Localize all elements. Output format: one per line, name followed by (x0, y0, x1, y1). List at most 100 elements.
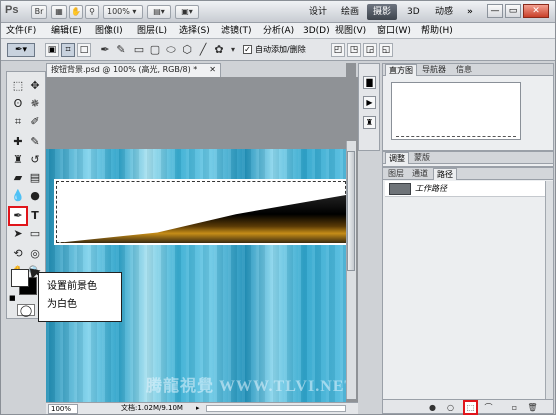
document-canvas-area[interactable]: 腾龍視覺 WWW.TLVI.NET (46, 77, 358, 402)
type-tool-icon[interactable]: T (27, 208, 43, 224)
pen-tool-icon[interactable]: ✒ (8, 206, 28, 226)
brush-tool-icon[interactable]: ✎ (27, 134, 43, 150)
tab-info[interactable]: 信息 (453, 64, 475, 76)
rectangle-shape-icon[interactable]: ▭ (133, 44, 145, 56)
ellipse-shape-icon[interactable]: ⬭ (165, 44, 177, 56)
arrange-docs-icon[interactable]: ▤▾ (147, 5, 171, 19)
move-tool-icon[interactable]: ✥ (27, 78, 43, 94)
line-shape-icon[interactable]: ╱ (197, 44, 209, 56)
tool-preset-picker[interactable]: ✒▾ (7, 43, 35, 57)
path-selection-tool-icon[interactable]: ➤ (10, 226, 26, 242)
polygon-shape-icon[interactable]: ⬡ (181, 44, 193, 56)
marquee-tool-icon[interactable]: ⬚ (10, 78, 26, 94)
workspace-painting[interactable]: 绘画 (335, 4, 365, 20)
healing-brush-tool-icon[interactable]: ✚ (10, 134, 26, 150)
gradient-tool-icon[interactable]: ▤ (27, 170, 43, 186)
menu-layer[interactable]: 图层(L) (137, 25, 167, 37)
history-brush-tool-icon[interactable]: ↺ (27, 152, 43, 168)
paths-panel-tabs: 图层 通道 路径 (383, 168, 553, 180)
histogram-panel-icon[interactable]: ▇ (363, 76, 376, 89)
menu-3d[interactable]: 3D(D) (303, 25, 330, 37)
menu-view[interactable]: 视图(V) (335, 25, 366, 37)
screen-mode-icon[interactable]: ▣▾ (175, 5, 199, 19)
new-path-icon[interactable]: ▫ (509, 402, 520, 413)
blur-tool-icon[interactable]: 💧 (10, 188, 26, 204)
paths-mode-icon[interactable]: ⌗ (61, 43, 75, 57)
custom-shape-icon[interactable]: ✿ (213, 44, 225, 56)
eraser-tool-icon[interactable]: ▰ (10, 170, 26, 186)
stroke-path-icon[interactable]: ○ (445, 402, 456, 413)
menu-file[interactable]: 文件(F) (6, 25, 36, 37)
minibridge-icon[interactable]: ▦ (51, 5, 67, 19)
rectangle-tool-icon[interactable]: ▭ (27, 226, 43, 242)
paths-scrollbar[interactable] (545, 181, 553, 399)
history-panel-icon[interactable]: ♜ (363, 116, 376, 129)
crop-tool-icon[interactable]: ⌗ (10, 114, 26, 130)
workspace-motion[interactable]: 动感 (429, 4, 459, 20)
path-combine-subtract-icon[interactable]: ◳ (347, 43, 361, 57)
adjustments-panel-tabs: 调整 蒙版 (383, 152, 553, 164)
workspace-photography[interactable]: 摄影 (367, 4, 398, 20)
menu-image[interactable]: 图像(I) (95, 25, 123, 37)
menu-filter[interactable]: 滤镜(T) (221, 25, 252, 37)
3d-rotate-tool-icon[interactable]: ⟲ (10, 246, 26, 262)
freeform-pen-option-icon[interactable]: ✎ (115, 44, 127, 56)
minimize-button[interactable]: — (487, 4, 503, 18)
3d-orbit-tool-icon[interactable]: ◎ (27, 246, 43, 262)
eyedropper-tool-icon[interactable]: ✐ (27, 114, 43, 130)
clone-stamp-tool-icon[interactable]: ♜ (10, 152, 26, 168)
workspace-3d[interactable]: 3D (401, 4, 426, 20)
default-colors-icon[interactable]: ■ (9, 294, 16, 302)
zoom-level-value: 100% (107, 7, 130, 16)
delete-path-icon[interactable]: 🗑 (527, 402, 538, 413)
dodge-tool-icon[interactable]: ● (27, 188, 43, 204)
hand-shortcut-icon[interactable]: ✋ (69, 5, 83, 19)
restore-button[interactable]: ▭ (505, 4, 521, 18)
status-zoom-field[interactable]: 100% (48, 404, 78, 414)
shape-layers-icon[interactable]: ▣ (45, 43, 59, 57)
zoom-level-select[interactable]: 100% ▾ (103, 5, 143, 19)
panel-icon-strip: ▇ ▶ ♜ (358, 63, 380, 151)
rounded-rectangle-icon[interactable]: ▢ (149, 44, 161, 56)
magic-wand-tool-icon[interactable]: ✵ (27, 96, 43, 112)
menu-select[interactable]: 选择(S) (179, 25, 210, 37)
paths-panel-footer: ● ○ ⬚ ⌒ ▫ 🗑 (383, 399, 553, 415)
watermark: 腾龍視覺 WWW.TLVI.NET (146, 378, 357, 395)
auto-add-delete-checkbox[interactable]: ✓ (243, 45, 252, 54)
lasso-tool-icon[interactable]: ʘ (10, 96, 26, 112)
menu-analysis[interactable]: 分析(A) (263, 25, 294, 37)
geometry-options-icon[interactable]: ▾ (227, 44, 239, 56)
path-combine-add-icon[interactable]: ◰ (331, 43, 345, 57)
menu-window[interactable]: 窗口(W) (377, 25, 411, 37)
bridge-icon[interactable]: Br (31, 5, 47, 19)
fill-path-icon[interactable]: ● (427, 402, 438, 413)
menu-edit[interactable]: 编辑(E) (51, 25, 82, 37)
menu-help[interactable]: 帮助(H) (421, 25, 453, 37)
path-combine-intersect-icon[interactable]: ◲ (363, 43, 377, 57)
path-combine-exclude-icon[interactable]: ◱ (379, 43, 393, 57)
workspace-more-icon[interactable]: » (461, 4, 479, 20)
title-bar: Ps Br ▦ ✋ ⚲ 100% ▾ ▤▾ ▣▾ 设计 绘画 摄影 3D 动感 … (1, 1, 555, 23)
quick-mask-icon[interactable]: ◯ (17, 304, 35, 317)
tab-layers[interactable]: 图层 (385, 168, 407, 180)
load-path-as-selection-icon[interactable]: ⬚ (463, 400, 478, 415)
close-button[interactable]: ✕ (523, 4, 549, 18)
actions-panel-icon[interactable]: ▶ (363, 96, 376, 109)
fill-pixels-icon[interactable]: □ (77, 43, 91, 57)
document-tab[interactable]: 按钮背景.psd @ 100% (高光, RGB/8) * ✕ (46, 63, 221, 77)
path-list-item[interactable]: 工作路径 (385, 181, 551, 197)
document-scroll-thumb[interactable] (347, 151, 355, 271)
close-tab-icon[interactable]: ✕ (209, 64, 216, 76)
make-work-path-icon[interactable]: ⌒ (483, 402, 494, 413)
tab-channels[interactable]: 通道 (409, 168, 431, 180)
status-menu-icon[interactable]: ▸ (196, 403, 200, 414)
tab-histogram[interactable]: 直方图 (385, 64, 417, 76)
tab-masks[interactable]: 蒙版 (411, 152, 433, 164)
workspace-design[interactable]: 设计 (303, 4, 333, 20)
document-horizontal-scrollbar[interactable] (206, 405, 346, 412)
pen-option-icon[interactable]: ✒ (99, 44, 111, 56)
zoom-shortcut-icon[interactable]: ⚲ (85, 5, 99, 19)
tab-navigator[interactable]: 导航器 (419, 64, 449, 76)
tab-paths[interactable]: 路径 (433, 168, 457, 180)
tab-adjustments[interactable]: 调整 (385, 152, 409, 164)
